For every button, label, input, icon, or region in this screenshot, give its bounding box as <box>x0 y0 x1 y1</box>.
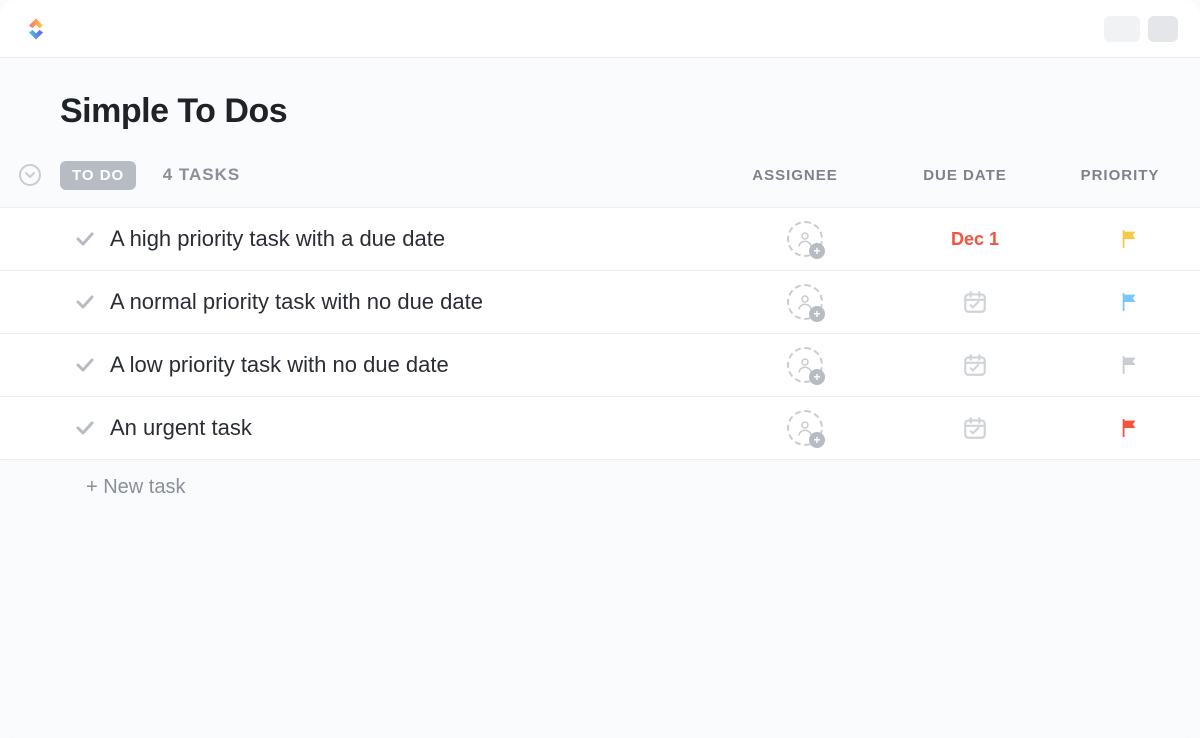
flag-icon <box>1119 291 1141 313</box>
topbar-placeholder-button[interactable] <box>1104 16 1140 42</box>
priority-flag[interactable] <box>1060 354 1200 376</box>
calendar-icon <box>962 415 988 441</box>
task-title[interactable]: A normal priority task with no due date <box>110 289 720 315</box>
clickup-logo <box>22 15 50 43</box>
priority-flag[interactable] <box>1060 417 1200 439</box>
new-task-button[interactable]: + New task <box>0 460 1200 499</box>
topbar <box>0 0 1200 58</box>
assignee-add[interactable]: + <box>787 347 823 383</box>
topbar-actions <box>1104 16 1178 42</box>
page-title: Simple To Dos <box>0 58 1200 153</box>
task-title[interactable]: An urgent task <box>110 415 720 441</box>
due-date[interactable]: Dec 1 <box>951 229 999 250</box>
column-header-due-date: DUE DATE <box>880 167 1050 184</box>
column-header-assignee: ASSIGNEE <box>710 167 880 184</box>
priority-flag[interactable] <box>1060 228 1200 250</box>
status-header-row: TO DO 4 TASKS ASSIGNEE DUE DATE PRIORITY <box>0 153 1200 197</box>
flag-icon <box>1119 417 1141 439</box>
calendar-icon <box>962 352 988 378</box>
plus-icon: + <box>809 369 825 385</box>
calendar-icon <box>962 289 988 315</box>
content: Simple To Dos TO DO 4 TASKS ASSIGNEE DUE… <box>0 58 1200 738</box>
due-date-add[interactable] <box>890 289 1060 315</box>
task-title[interactable]: A low priority task with no due date <box>110 352 720 378</box>
checkmark-icon[interactable] <box>73 353 97 377</box>
priority-flag[interactable] <box>1060 291 1200 313</box>
checkmark-icon[interactable] <box>73 416 97 440</box>
due-date-add[interactable] <box>890 415 1060 441</box>
task-list: A high priority task with a due date + D… <box>0 207 1200 460</box>
task-row[interactable]: An urgent task + <box>0 396 1200 460</box>
assignee-add[interactable]: + <box>787 410 823 446</box>
plus-icon: + <box>809 243 825 259</box>
task-row[interactable]: A normal priority task with no due date … <box>0 270 1200 334</box>
flag-icon <box>1119 228 1141 250</box>
checkmark-icon[interactable] <box>73 227 97 251</box>
chevron-down-icon <box>24 169 36 181</box>
app-frame: Simple To Dos TO DO 4 TASKS ASSIGNEE DUE… <box>0 0 1200 738</box>
task-row[interactable]: A low priority task with no due date + <box>0 333 1200 397</box>
task-title[interactable]: A high priority task with a due date <box>110 226 720 252</box>
status-badge[interactable]: TO DO <box>60 161 136 190</box>
plus-icon: + <box>809 432 825 448</box>
collapse-toggle[interactable] <box>19 164 41 186</box>
task-row[interactable]: A high priority task with a due date + D… <box>0 207 1200 271</box>
column-header-priority: PRIORITY <box>1050 167 1190 184</box>
assignee-add[interactable]: + <box>787 221 823 257</box>
checkmark-icon[interactable] <box>73 290 97 314</box>
plus-icon: + <box>809 306 825 322</box>
assignee-add[interactable]: + <box>787 284 823 320</box>
flag-icon <box>1119 354 1141 376</box>
task-count: 4 TASKS <box>163 165 241 184</box>
topbar-placeholder-button[interactable] <box>1148 16 1178 42</box>
due-date-add[interactable] <box>890 352 1060 378</box>
